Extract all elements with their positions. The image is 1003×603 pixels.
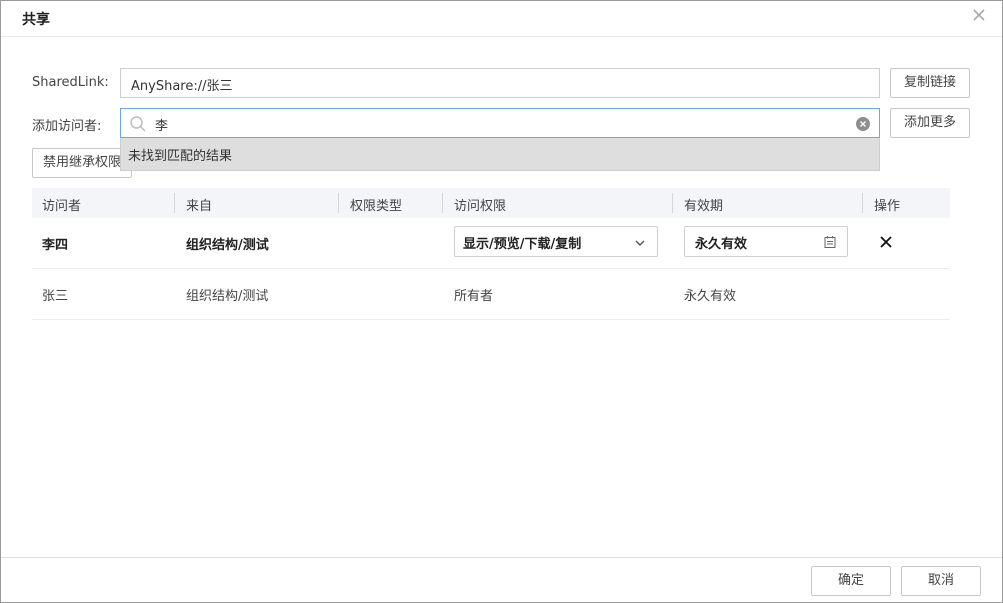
validity-value: 永久有效	[695, 237, 748, 252]
validity-value: 永久有效	[684, 289, 737, 304]
add-more-button[interactable]: 添加更多	[890, 108, 970, 138]
table-header: 访问者 来自 权限类型 访问权限 有效期 操作	[32, 188, 950, 218]
column-divider	[338, 193, 339, 213]
visitor-search-input[interactable]: 李	[120, 108, 880, 138]
permission-value: 所有者	[454, 289, 494, 304]
validity-date-picker[interactable]: 永久有效	[684, 226, 848, 257]
column-divider	[862, 193, 863, 213]
chevron-down-icon	[633, 236, 647, 250]
add-visitor-label: 添加访问者:	[32, 119, 102, 134]
column-header: 操作	[874, 199, 901, 214]
visitor-source: 组织结构/测试	[186, 238, 269, 253]
title-bar: 共享	[1, 1, 1002, 37]
table-row: 张三 组织结构/测试 所有者 永久有效	[32, 269, 950, 320]
column-header: 权限类型	[350, 199, 403, 214]
share-dialog: 共享 SharedLink: AnyShare://张三 复制链接 添加访问者:…	[0, 0, 1003, 603]
copy-link-button[interactable]: 复制链接	[890, 68, 970, 98]
shared-link-field[interactable]: AnyShare://张三	[120, 68, 880, 98]
search-icon	[129, 115, 147, 133]
visitor-name: 张三	[42, 289, 69, 304]
search-results-dropdown: 未找到匹配的结果	[120, 138, 880, 171]
table-row: 李四 组织结构/测试 显示/预览/下载/复制 永久有效	[32, 218, 950, 269]
column-header: 访问者	[42, 199, 82, 214]
cancel-button[interactable]: 取消	[901, 566, 981, 596]
column-divider	[672, 193, 673, 213]
calendar-icon	[823, 235, 837, 249]
clear-search-icon[interactable]	[855, 116, 871, 132]
column-header: 来自	[186, 199, 213, 214]
visitor-name: 李四	[42, 238, 69, 253]
column-divider	[442, 193, 443, 213]
search-text: 李	[155, 119, 169, 134]
close-icon[interactable]	[969, 5, 989, 25]
shared-link-value: AnyShare://张三	[131, 79, 233, 94]
no-result-message: 未找到匹配的结果	[128, 149, 233, 164]
column-divider	[174, 193, 175, 213]
column-header: 有效期	[684, 199, 724, 214]
permission-value: 显示/预览/下载/复制	[463, 237, 582, 252]
visitor-source: 组织结构/测试	[186, 289, 269, 304]
disable-inherit-button[interactable]: 禁用继承权限	[32, 148, 132, 178]
dialog-title: 共享	[22, 12, 50, 28]
ok-button[interactable]: 确定	[811, 566, 891, 596]
dialog-footer: 确定 取消	[1, 557, 1002, 602]
column-header: 访问权限	[454, 199, 507, 214]
remove-visitor-icon[interactable]	[878, 234, 894, 250]
permission-select[interactable]: 显示/预览/下载/复制	[454, 226, 658, 257]
shared-link-label: SharedLink:	[32, 75, 109, 90]
